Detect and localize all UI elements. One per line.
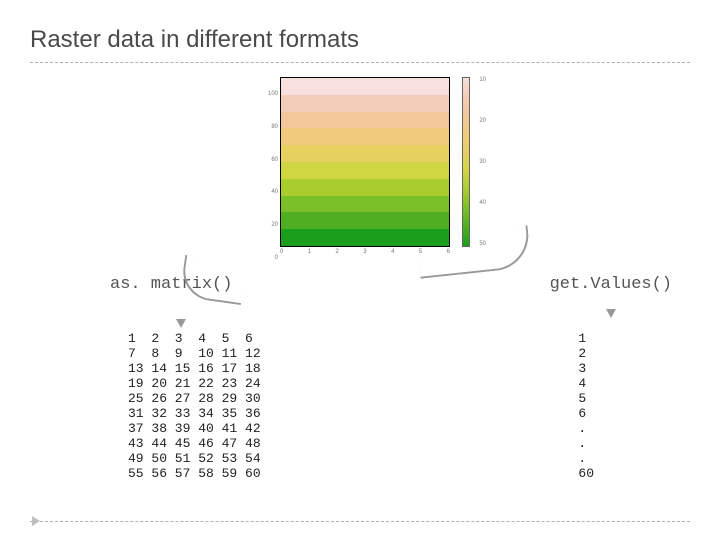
slide-content: 100 80 60 40 20 0 10 20 30 40 50 0 1 2 <box>0 63 720 483</box>
vector-output: 1 2 3 4 5 6 . . . 60 <box>578 331 594 481</box>
arrow-to-matrix-icon <box>196 299 198 325</box>
y-axis-ticks: 100 80 60 40 20 0 <box>264 91 278 261</box>
divider-bottom <box>30 521 690 522</box>
arrow-to-vector-icon <box>470 261 580 263</box>
matrix-output: 1 2 3 4 5 6 7 8 9 10 11 12 13 14 15 16 1… <box>128 331 261 481</box>
raster-plot: 100 80 60 40 20 0 10 20 30 40 50 0 1 2 <box>262 77 472 255</box>
get-values-heading: get.Values() <box>550 275 672 294</box>
colorbar-ticks: 10 20 30 40 50 <box>479 77 486 247</box>
slide-marker-icon <box>32 516 40 526</box>
heatmap-area: 10 20 30 40 50 <box>280 77 450 247</box>
colorbar <box>462 77 470 247</box>
slide-title: Raster data in different formats <box>0 0 720 62</box>
